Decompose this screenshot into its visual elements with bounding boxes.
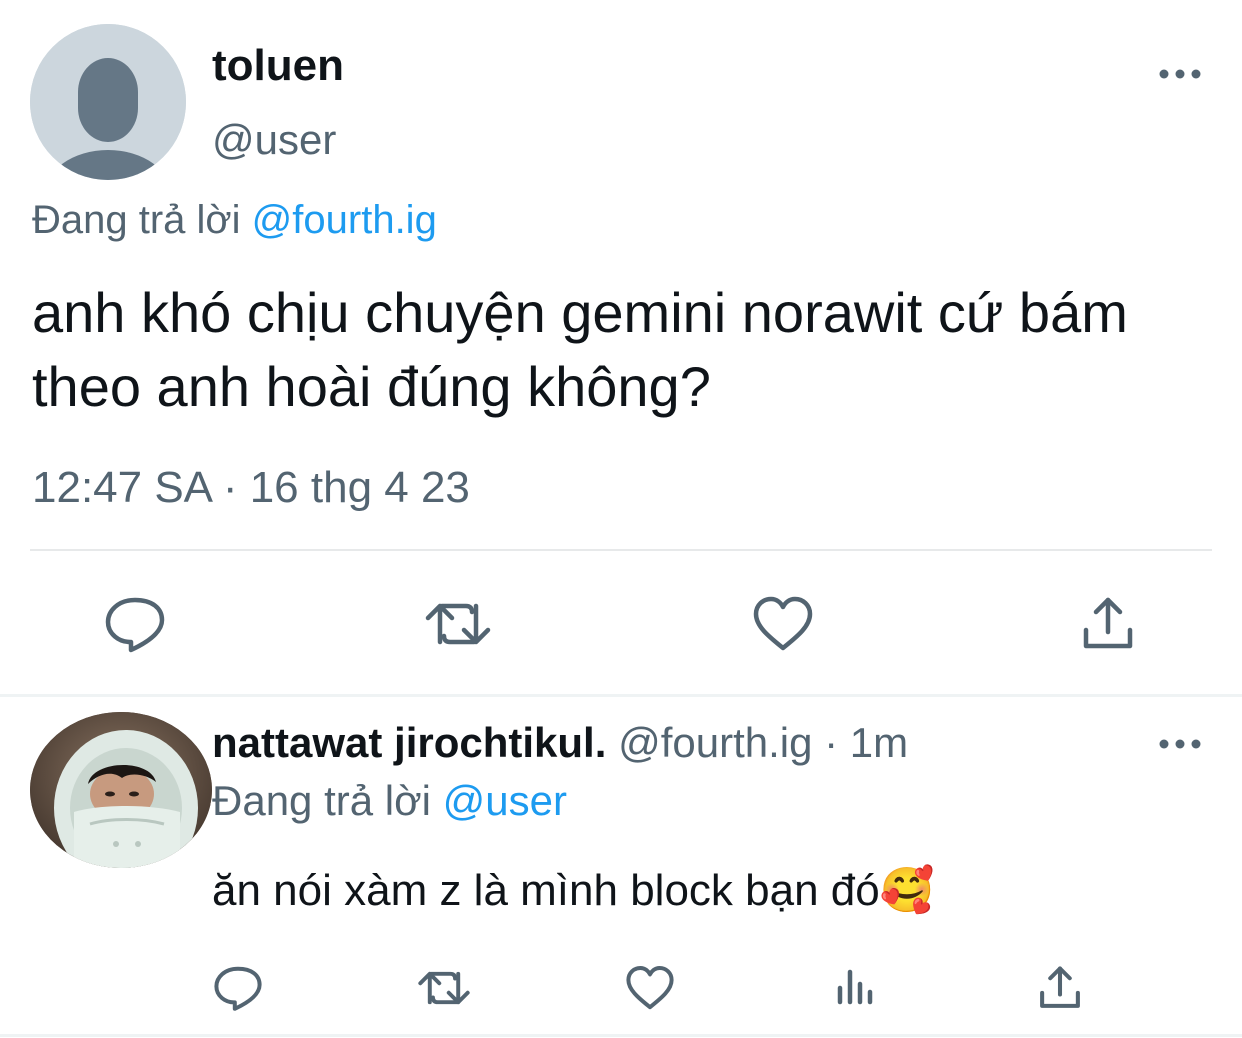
reply-analytics-button[interactable]: [832, 962, 880, 1014]
replying-to-label: Đang trả lời: [32, 198, 241, 242]
retweet-button[interactable]: [420, 592, 496, 656]
reply-icon: [105, 597, 165, 653]
author-avatar[interactable]: [30, 24, 186, 180]
like-icon: [626, 966, 674, 1010]
retweet-icon: [425, 603, 491, 645]
author-handle[interactable]: @user: [212, 114, 336, 166]
reply-reply-button[interactable]: [210, 962, 266, 1014]
reply-retweet-button[interactable]: [414, 962, 474, 1014]
more-horizontal-icon: [1159, 69, 1201, 79]
reply-replying-to-label: Đang trả lời: [212, 777, 431, 824]
more-options-button[interactable]: [1150, 56, 1210, 92]
tweet-timestamp[interactable]: 12:47 SA · 16 thg 4 23: [32, 460, 470, 516]
share-button[interactable]: [1076, 592, 1140, 656]
reply-author-handle[interactable]: @fourth.ig: [618, 719, 812, 766]
replying-to: Đang trả lời @fourth.ig: [32, 194, 437, 246]
reply-share-button[interactable]: [1034, 962, 1086, 1014]
reply-header: nattawat jirochtikul. @fourth.ig · 1m: [212, 716, 908, 770]
share-icon: [1083, 597, 1133, 649]
section-divider: [0, 694, 1242, 697]
reply-icon: [214, 966, 262, 1011]
tweet-text: anh khó chịu chuyện gemini norawit cứ bá…: [32, 281, 1128, 418]
retweet-icon: [418, 971, 470, 1005]
reply-author-name[interactable]: nattawat jirochtikul.: [212, 719, 606, 766]
more-horizontal-icon: [1159, 739, 1201, 749]
like-icon: [753, 596, 813, 651]
share-icon: [1040, 966, 1080, 1008]
section-divider: [0, 1034, 1242, 1037]
analytics-icon: [837, 969, 873, 1005]
reply-time[interactable]: · 1m: [824, 719, 908, 766]
author-name[interactable]: toluen: [212, 40, 344, 92]
reply-more-options-button[interactable]: [1150, 726, 1210, 762]
replying-to-mention[interactable]: @fourth.ig: [252, 198, 437, 242]
divider: [30, 549, 1212, 551]
profile-photo: [30, 712, 212, 868]
reply-replying-to-mention[interactable]: @user: [443, 777, 567, 824]
default-avatar-icon: [30, 24, 186, 180]
reply-button[interactable]: [100, 592, 170, 656]
smiling-face-with-hearts-emoji: 🥰: [879, 866, 935, 915]
reply-replying-to: Đang trả lời @user: [212, 774, 567, 828]
reply-author-avatar[interactable]: [30, 712, 212, 868]
reply-text-body: ăn nói xàm z là mình block bạn đó: [212, 866, 880, 915]
like-button[interactable]: [748, 592, 818, 656]
reply-like-button[interactable]: [622, 962, 678, 1014]
reply-text: ăn nói xàm z là mình block bạn đó🥰: [212, 862, 935, 920]
